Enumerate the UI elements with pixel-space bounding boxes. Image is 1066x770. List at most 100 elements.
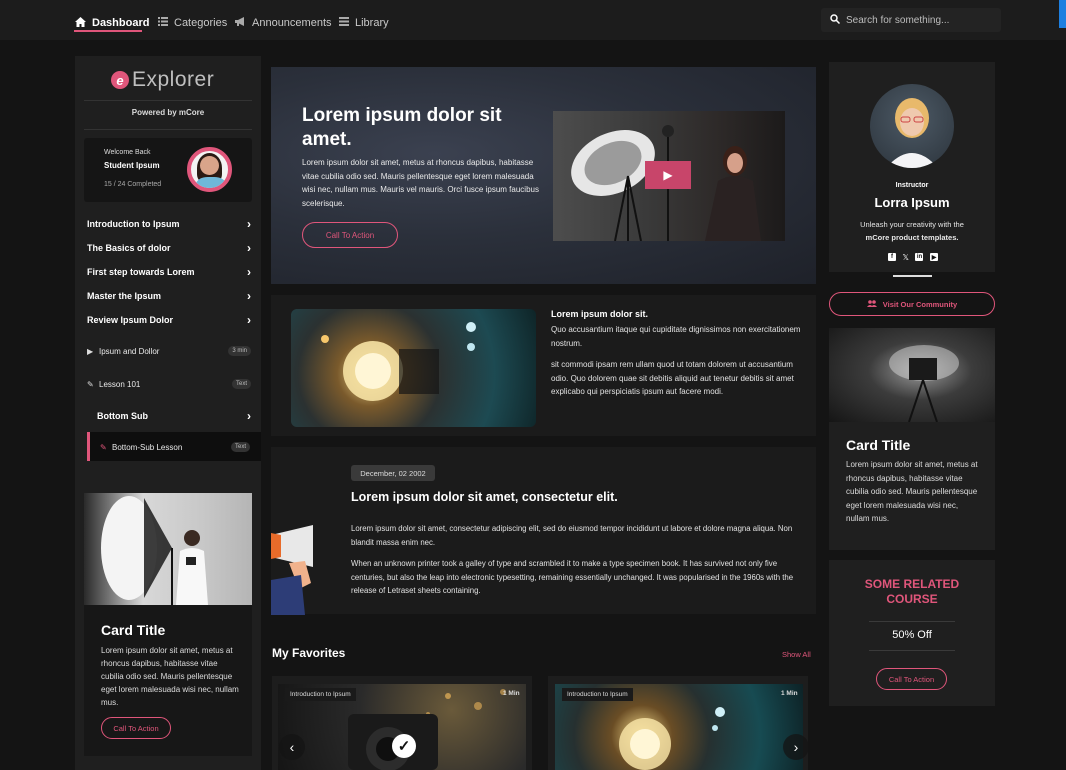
- student-avatar[interactable]: [187, 147, 232, 192]
- nav-dashboard-label: Dashboard: [92, 17, 150, 29]
- nav-library-label: Library: [355, 17, 389, 29]
- nav-announcements-label: Announcements: [252, 17, 332, 29]
- pencil-icon: ✎: [100, 442, 107, 452]
- instructor-photo: [870, 84, 954, 168]
- chevron-right-icon: ›: [247, 265, 251, 279]
- lesson-label: Bottom-Sub Lesson: [112, 442, 183, 452]
- hero-cta-button[interactable]: Call To Action: [302, 222, 398, 248]
- student-name: Student Ipsum: [104, 161, 160, 170]
- divider: [869, 621, 955, 622]
- related-course-title: SOME RELATED COURSE: [829, 577, 995, 607]
- lesson-badge: 3 min: [228, 346, 251, 356]
- library-icon: [339, 17, 349, 29]
- card-cta-button[interactable]: Call To Action: [101, 717, 171, 739]
- section-label: Review Ipsum Dolor: [87, 315, 174, 325]
- carousel-next-button[interactable]: ›: [783, 734, 809, 760]
- instructor-name: Lorra Ipsum: [874, 195, 950, 210]
- facebook-icon[interactable]: f: [888, 253, 896, 261]
- chevron-right-icon: ›: [247, 313, 251, 327]
- active-nav-indicator: [74, 30, 142, 32]
- favorite-duration: 1 Min: [503, 690, 520, 697]
- chevron-right-icon: ›: [247, 217, 251, 231]
- lesson-item-active[interactable]: ✎ Bottom-Sub Lesson Text: [100, 439, 250, 455]
- section-label: Bottom Sub: [97, 411, 148, 421]
- favorite-tag: Introduction to Ipsum: [562, 688, 633, 701]
- feature-title: Lorem ipsum dolor sit.: [551, 309, 649, 319]
- lesson-label: Ipsum and Dollor: [99, 346, 160, 356]
- announcement-text-1: Lorem ipsum dolor sit amet, consectetur …: [351, 524, 793, 547]
- youtube-icon[interactable]: ▶: [930, 253, 938, 261]
- megaphone-icon: [235, 17, 246, 29]
- right-card-image: [829, 328, 995, 422]
- sidebar-section-3[interactable]: First step towards Lorem ›: [87, 264, 251, 280]
- logo-mark: e: [111, 71, 129, 89]
- sidebar-section-2[interactable]: The Basics of dolor ›: [87, 240, 251, 256]
- play-button[interactable]: ▶: [645, 161, 691, 189]
- carousel-prev-button[interactable]: ‹: [279, 734, 305, 760]
- instructor-desc-line-2: mCore product templates.: [865, 233, 959, 242]
- lesson-item[interactable]: ▶ Ipsum and Dollor 3 min: [87, 343, 251, 359]
- play-icon: ▶: [663, 168, 673, 182]
- instructor-desc-line-1: Unleash your creativity with the: [860, 220, 964, 229]
- progress-text: 15 / 24 Completed: [104, 181, 162, 188]
- section-label: The Basics of dolor: [87, 243, 171, 253]
- show-all-link[interactable]: Show All: [782, 650, 811, 659]
- instructor-description: Unleash your creativity with the mCore p…: [840, 218, 984, 244]
- spotlight-image: [291, 309, 536, 427]
- play-icon: ▶: [87, 346, 94, 356]
- hero-text: Lorem ipsum dolor sit amet, metus at rho…: [302, 158, 539, 208]
- sidebar-bottom-sub[interactable]: Bottom Sub ›: [97, 408, 251, 424]
- search-icon: [830, 13, 841, 27]
- users-icon: [866, 299, 877, 309]
- home-icon: [75, 16, 86, 30]
- chevron-left-icon: ‹: [289, 739, 295, 755]
- card-title: Card Title: [101, 622, 166, 638]
- nav-library[interactable]: Library: [339, 13, 389, 33]
- welcome-text: Welcome Back: [104, 149, 151, 156]
- sidebar-section-1[interactable]: Introduction to Ipsum ›: [87, 216, 251, 232]
- app-logo[interactable]: e Explorer: [111, 65, 226, 95]
- divider: [869, 650, 955, 651]
- scrollbar-indicator[interactable]: [1059, 0, 1066, 28]
- search-input[interactable]: Search for something...: [821, 8, 1001, 32]
- logo-text: Explorer: [132, 68, 215, 91]
- announcement-text-2: When an unknown printer took a galley of…: [351, 559, 794, 595]
- lesson-badge: Text: [230, 442, 250, 452]
- nav-categories-label: Categories: [174, 17, 228, 29]
- linkedin-icon[interactable]: in: [915, 253, 924, 261]
- sidebar-section-4[interactable]: Master the Ipsum ›: [87, 288, 251, 304]
- chevron-right-icon: ›: [247, 289, 251, 303]
- lesson-badge: Text: [231, 379, 251, 389]
- visit-community-button[interactable]: Visit Our Community: [829, 292, 995, 316]
- chevron-right-icon: ›: [247, 241, 251, 255]
- favorites-title: My Favorites: [272, 646, 346, 660]
- list-icon: [158, 17, 168, 29]
- card-text: Lorem ipsum dolor sit amet, metus at rho…: [101, 646, 239, 707]
- chevron-right-icon: ›: [247, 409, 251, 423]
- discount-label: 50% Off: [892, 629, 932, 641]
- related-cta-button[interactable]: Call To Action: [876, 668, 947, 690]
- check-icon[interactable]: ✓: [392, 734, 416, 758]
- community-label: Visit Our Community: [882, 299, 958, 309]
- lesson-item[interactable]: ✎ Lesson 101 Text: [87, 376, 251, 392]
- nav-announcements[interactable]: Announcements: [235, 13, 332, 33]
- powered-by: Powered by mCore: [131, 108, 205, 117]
- favorite-duration: 1 Min: [781, 690, 798, 697]
- right-card-title: Card Title: [846, 437, 911, 453]
- divider: [84, 100, 252, 101]
- x-icon[interactable]: 𝕏: [903, 253, 909, 262]
- feature-text-1: Quo accusantium itaque qui cupiditate di…: [551, 325, 801, 348]
- social-links: f 𝕏 in ▶: [888, 253, 938, 262]
- section-label: Introduction to Ipsum: [87, 219, 180, 229]
- nav-categories[interactable]: Categories: [158, 13, 227, 33]
- favorite-tag: Introduction to Ipsum: [285, 688, 356, 701]
- sidebar-section-5[interactable]: Review Ipsum Dolor ›: [87, 312, 251, 328]
- feature-text-2: sit commodi ipsam rem ullam quod ut tota…: [551, 360, 794, 396]
- right-card-text: Lorem ipsum dolor sit amet, metus at rho…: [846, 460, 978, 523]
- divider: [893, 275, 932, 277]
- divider: [84, 129, 252, 130]
- hero-title: Lorem ipsum dolor sit amet.: [302, 105, 502, 150]
- lesson-label: Lesson 101: [99, 379, 141, 389]
- related-course-title-text: SOME RELATED COURSE: [864, 577, 960, 606]
- date-badge: December, 02 2002: [351, 465, 435, 481]
